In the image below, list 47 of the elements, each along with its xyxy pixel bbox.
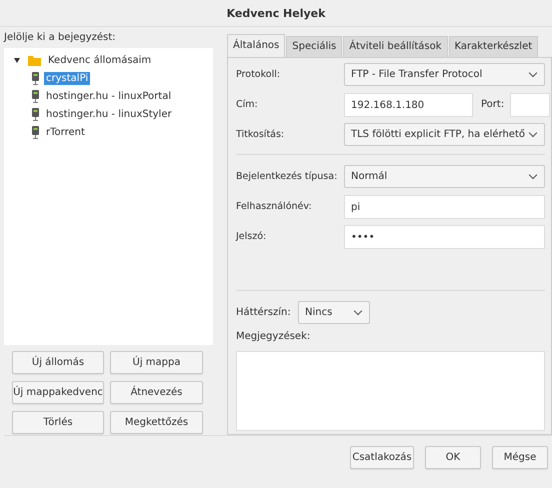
dialog-button[interactable]: OK (425, 446, 481, 469)
dropdown[interactable]: TLS fölötti explicit FTP, ha elérhető (344, 123, 545, 146)
tab[interactable]: Általános (227, 34, 286, 57)
window-title: Kedvenc Helyek (226, 6, 326, 20)
folder-icon (28, 54, 41, 66)
server-icon (32, 90, 39, 102)
action-button[interactable]: Megkettőzés (110, 411, 203, 434)
input-field[interactable]: 192.168.1.180 (344, 92, 473, 116)
field-label: Jelszó: (236, 231, 268, 242)
dropdown[interactable]: FTP - File Transfer Protocol (344, 63, 545, 86)
tab[interactable]: Átviteli beállítások (343, 36, 448, 57)
tree-item[interactable]: rTorrent (44, 126, 87, 138)
tab[interactable]: Speciális (286, 36, 342, 57)
field-label: Bejelentkezés típusa: (236, 171, 338, 182)
dialog-button[interactable]: Csatlakozás (350, 446, 414, 469)
comments-field[interactable] (236, 351, 545, 431)
dropdown-value: FTP - File Transfer Protocol (351, 69, 482, 80)
field-label: Háttérszín: (236, 307, 292, 318)
input-field[interactable]: pi (344, 194, 545, 218)
field-label: Felhasználónév: (236, 201, 313, 212)
collapse-arrow-icon[interactable] (14, 58, 20, 62)
field-label: Port: (481, 99, 504, 110)
action-button[interactable]: Új mappa (110, 351, 203, 374)
field-label: Megjegyzések: (236, 331, 312, 344)
action-button[interactable]: Törlés (12, 411, 104, 434)
server-icon (32, 108, 39, 120)
field-label: Protokoll: (236, 69, 282, 80)
tree-item[interactable]: hostinger.hu - linuxPortal (44, 90, 174, 102)
server-icon (32, 126, 39, 138)
action-button[interactable]: Új állomás (12, 351, 104, 374)
field-label: Titkosítás: (236, 129, 286, 140)
dropdown-value: Normál (351, 171, 388, 182)
server-icon (32, 72, 39, 84)
tab[interactable]: Karakterkészlet (448, 36, 538, 57)
dialog-button[interactable]: Mégse (492, 446, 548, 469)
tree-item[interactable]: hostinger.hu - linuxStyler (44, 108, 174, 120)
dropdown[interactable]: Nincs (298, 301, 370, 324)
action-button[interactable]: Új mappakedvenc (12, 381, 104, 404)
tree-label: Jelölje ki a bejegyzést: (4, 31, 117, 45)
action-button[interactable]: Átnevezés (110, 381, 203, 404)
tree-item[interactable]: Kedvenc állomásaim (46, 54, 154, 66)
dropdown[interactable]: Normál (344, 165, 545, 188)
dropdown-value: Nincs (305, 307, 332, 318)
input-field[interactable] (510, 92, 550, 116)
field-label: Cím: (236, 99, 259, 110)
input-field[interactable]: •••• (344, 224, 545, 248)
dropdown-value: TLS fölötti explicit FTP, ha elérhető (351, 129, 525, 140)
